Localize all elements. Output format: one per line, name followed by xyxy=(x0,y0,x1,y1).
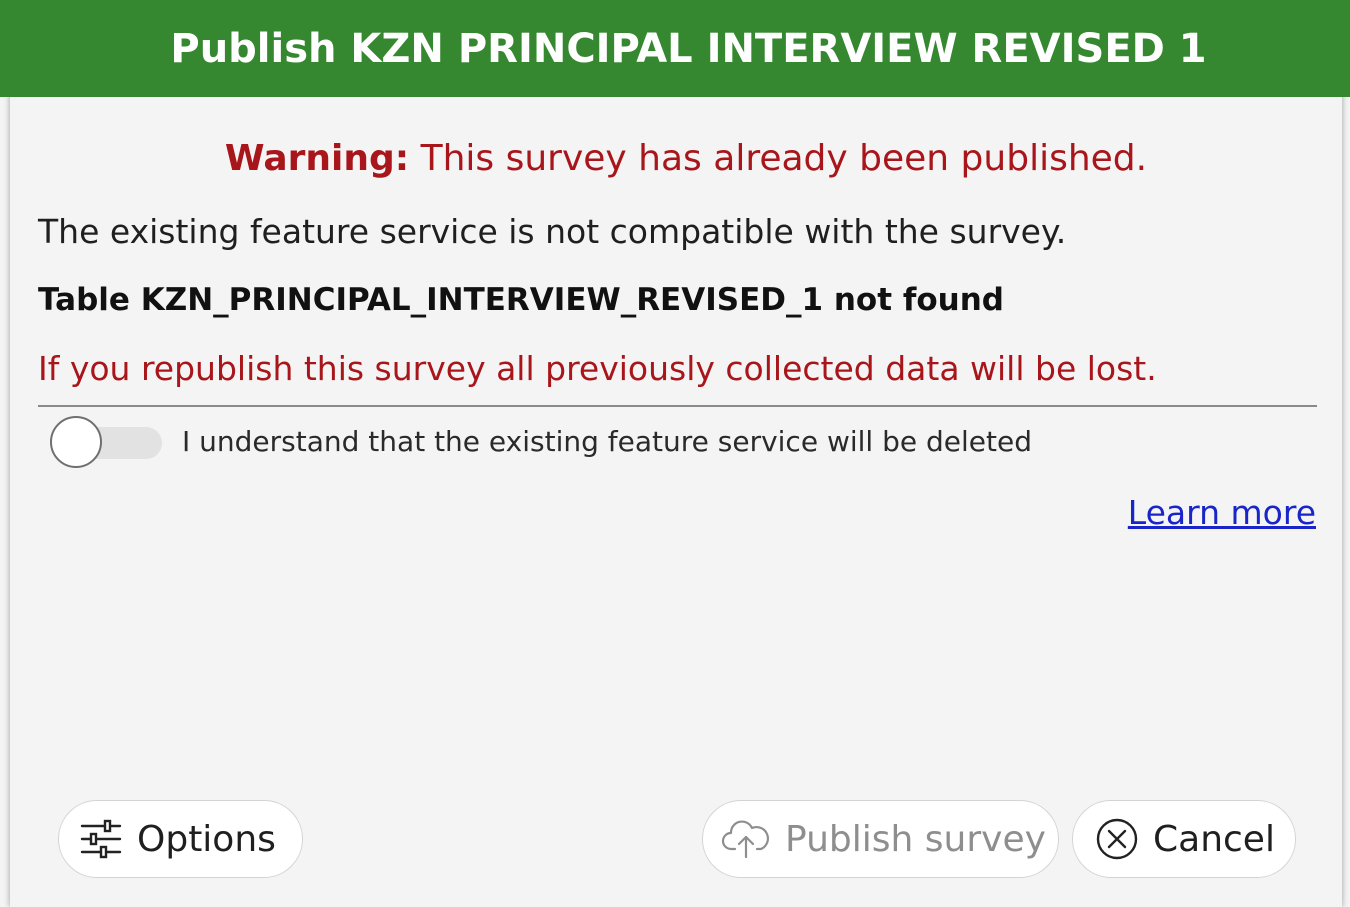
sliders-icon xyxy=(79,817,123,861)
data-loss-warning: If you republish this survey all previou… xyxy=(38,349,1157,388)
warning-message: Warning: This survey has already been pu… xyxy=(10,138,1350,179)
toggle-knob xyxy=(50,416,102,468)
background-window-edge xyxy=(0,780,10,907)
warning-label: Warning: xyxy=(224,138,410,179)
cancel-button[interactable]: Cancel xyxy=(1072,800,1296,878)
cloud-upload-icon xyxy=(721,817,771,861)
incompatible-message: The existing feature service is not comp… xyxy=(38,212,1067,251)
dialog-title-bar: Publish KZN PRINCIPAL INTERVIEW REVISED … xyxy=(0,0,1350,97)
table-error-message: Table KZN_PRINCIPAL_INTERVIEW_REVISED_1 … xyxy=(38,282,1004,318)
warning-text: This survey has already been published. xyxy=(409,138,1148,179)
divider xyxy=(38,405,1317,407)
acknowledge-label: I understand that the existing feature s… xyxy=(182,425,1032,458)
publish-dialog: Publish KZN PRINCIPAL INTERVIEW REVISED … xyxy=(0,0,1350,907)
publish-survey-button[interactable]: Publish survey xyxy=(702,800,1059,878)
dialog-title: Publish KZN PRINCIPAL INTERVIEW REVISED … xyxy=(170,25,1207,72)
publish-label: Publish survey xyxy=(785,818,1046,860)
options-button[interactable]: Options xyxy=(58,800,303,878)
close-circle-icon xyxy=(1095,817,1139,861)
learn-more-link[interactable]: Learn more xyxy=(1128,493,1316,532)
acknowledge-toggle[interactable] xyxy=(50,416,162,468)
options-label: Options xyxy=(137,818,276,860)
cancel-label: Cancel xyxy=(1153,818,1275,860)
